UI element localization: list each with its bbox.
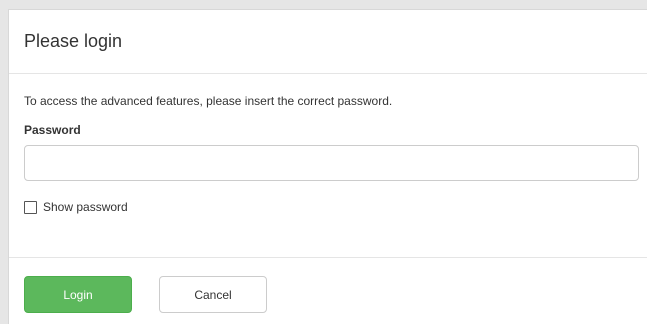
password-input[interactable] (24, 145, 639, 181)
dialog-header: Please login (9, 10, 647, 74)
show-password-checkbox[interactable] (24, 200, 37, 214)
cancel-button[interactable]: Cancel (159, 276, 267, 313)
show-password-toggle[interactable]: Show password (24, 200, 639, 214)
dialog-title: Please login (24, 31, 123, 51)
intro-text: To access the advanced features, please … (24, 94, 393, 108)
dialog-footer: Login Cancel (9, 258, 647, 313)
password-label: Password (24, 123, 81, 137)
login-button[interactable]: Login (24, 276, 132, 313)
login-dialog: Please login To access the advanced feat… (8, 9, 647, 324)
dialog-body: To access the advanced features, please … (9, 74, 647, 258)
show-password-label: Show password (43, 200, 128, 214)
